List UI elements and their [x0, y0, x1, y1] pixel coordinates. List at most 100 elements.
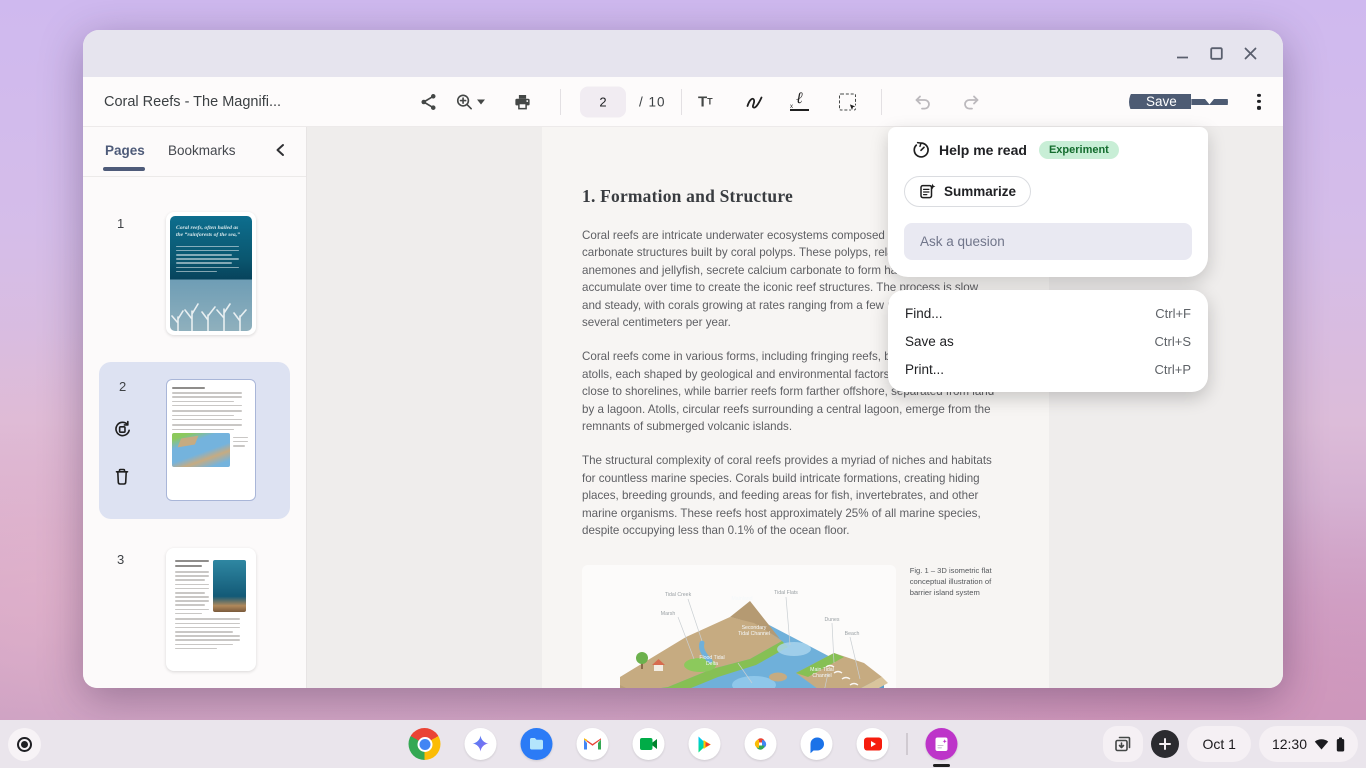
toolbar-separator — [881, 89, 882, 115]
share-button[interactable] — [419, 92, 438, 111]
pdf-viewer-window: Coral Reefs - The Magnifi... 2 / 10 TT x… — [83, 30, 1283, 688]
files-icon — [528, 735, 546, 753]
messages-icon — [807, 735, 826, 754]
help-me-read-icon — [912, 141, 930, 159]
page-3-number: 3 — [117, 552, 124, 567]
paragraph: The structural complexity of coral reefs… — [582, 452, 996, 539]
figure-label: Tidal Creek — [665, 592, 691, 598]
minimize-button[interactable] — [1165, 39, 1199, 69]
figure-label: Flood Tidal Delta — [694, 655, 730, 667]
screen-capture-button[interactable] — [1103, 726, 1143, 762]
page-2-number: 2 — [119, 379, 126, 394]
figure-label: Tidal Flats — [774, 590, 798, 596]
app-gallery-active[interactable] — [926, 728, 958, 760]
coral-photo — [170, 279, 252, 331]
maximize-button[interactable] — [1199, 39, 1233, 69]
print-button[interactable] — [513, 92, 532, 111]
page-3-thumbnail[interactable] — [166, 548, 256, 671]
menu-item-find[interactable]: Find... Ctrl+F — [888, 299, 1208, 327]
page-2-selected-card[interactable]: 2 — [99, 362, 290, 519]
overflow-menu: Find... Ctrl+F Save as Ctrl+S Print... C… — [888, 290, 1208, 392]
save-button[interactable]: Save — [1129, 94, 1191, 109]
app-photos[interactable] — [745, 728, 777, 760]
app-gmail[interactable] — [577, 728, 609, 760]
plus-icon — [1159, 738, 1171, 750]
figure-label: Mainland — [731, 596, 752, 602]
quick-insert-button[interactable] — [1151, 730, 1179, 758]
figure-label: Marsh — [661, 611, 675, 617]
shelf-separator — [907, 733, 908, 755]
undo-button[interactable] — [913, 92, 933, 112]
chromeos-shelf: Oct 1 12:30 — [0, 720, 1366, 768]
play-store-icon — [696, 735, 714, 754]
rotate-page-button[interactable] — [113, 420, 132, 439]
tab-pages[interactable]: Pages — [105, 143, 145, 158]
page-number-input[interactable]: 2 — [580, 86, 626, 117]
app-play-store[interactable] — [689, 728, 721, 760]
page-1-thumbnail[interactable]: Coral reefs, often hailed as the “rainfo… — [166, 212, 256, 335]
screen-capture-icon — [1113, 734, 1133, 754]
rotate-icon — [113, 420, 132, 439]
launcher-button[interactable] — [8, 728, 41, 761]
status-tray[interactable]: 12:30 — [1259, 726, 1358, 762]
pdf-toolbar: Coral Reefs - The Magnifi... 2 / 10 TT x… — [83, 77, 1283, 127]
signature-button[interactable]: xℓ — [789, 91, 811, 113]
window-titlebar — [83, 30, 1283, 77]
redo-button[interactable] — [961, 92, 981, 112]
youtube-icon — [863, 737, 882, 751]
pages-sidebar: Pages Bookmarks 1 Coral reefs, often hai… — [83, 127, 307, 688]
toolbar-separator — [560, 89, 561, 115]
summarize-icon — [919, 183, 936, 200]
experiment-badge: Experiment — [1039, 141, 1119, 159]
diver-photo — [213, 560, 246, 612]
running-app-indicator — [933, 764, 950, 767]
gmail-icon — [583, 736, 603, 752]
meet-icon — [639, 736, 659, 752]
menu-item-print[interactable]: Print... Ctrl+P — [888, 355, 1208, 383]
figure-label: Main Tidal Channel — [804, 667, 840, 679]
delete-page-button[interactable] — [113, 467, 131, 486]
cover-title: Coral reefs, often hailed as the “rainfo… — [170, 216, 252, 239]
trash-icon — [113, 467, 131, 486]
app-messages[interactable] — [801, 728, 833, 760]
ai-assist-panel: Help me read Experiment Summarize — [888, 127, 1208, 277]
summarize-button[interactable]: Summarize — [904, 176, 1031, 207]
gallery-icon — [933, 735, 951, 753]
signature-icon: xℓ — [789, 91, 811, 113]
page-1-cover: Coral reefs, often hailed as the “rainfo… — [170, 216, 252, 331]
save-split-button: Save — [1129, 84, 1228, 120]
text-annotation-button[interactable]: TT — [698, 94, 713, 109]
draw-pen-button[interactable] — [744, 91, 765, 112]
menu-item-save-as[interactable]: Save as Ctrl+S — [888, 327, 1208, 355]
ask-question-input[interactable] — [904, 223, 1192, 260]
zoom-button[interactable] — [455, 92, 485, 111]
app-gemini[interactable] — [465, 728, 497, 760]
figure-label: Secondary Tidal Channel — [736, 625, 772, 637]
app-chrome[interactable] — [409, 728, 441, 760]
collapse-sidebar-button[interactable] — [273, 142, 289, 158]
figure-caption: Fig. 1 – 3D isometric flat conceptual il… — [910, 565, 994, 689]
active-tab-indicator — [103, 167, 145, 171]
document-title: Coral Reefs - The Magnifi... — [104, 94, 281, 110]
close-button[interactable] — [1233, 39, 1267, 69]
photos-icon — [751, 734, 771, 754]
launcher-icon — [17, 737, 32, 752]
app-files[interactable] — [521, 728, 553, 760]
help-me-read-item[interactable]: Help me read Experiment — [912, 141, 1119, 159]
select-area-button[interactable] — [839, 93, 856, 110]
page-2-thumbnail[interactable] — [166, 379, 256, 501]
app-youtube[interactable] — [857, 728, 889, 760]
figure-label: Dunes — [825, 617, 840, 623]
page-count: / 10 — [639, 94, 666, 109]
more-options-button[interactable] — [1251, 93, 1267, 109]
clock: 12:30 — [1272, 736, 1307, 752]
divider — [83, 176, 306, 177]
save-menu-button[interactable] — [1191, 99, 1228, 105]
mini-figure — [172, 433, 230, 467]
barrier-island-figure: Tidal Creek Mainland Tidal Flats Marsh S… — [582, 565, 896, 689]
tab-bookmarks[interactable]: Bookmarks — [168, 143, 236, 158]
summarize-label: Summarize — [944, 184, 1016, 199]
battery-icon — [1336, 737, 1345, 752]
app-meet[interactable] — [633, 728, 665, 760]
date-button[interactable]: Oct 1 — [1187, 726, 1250, 762]
